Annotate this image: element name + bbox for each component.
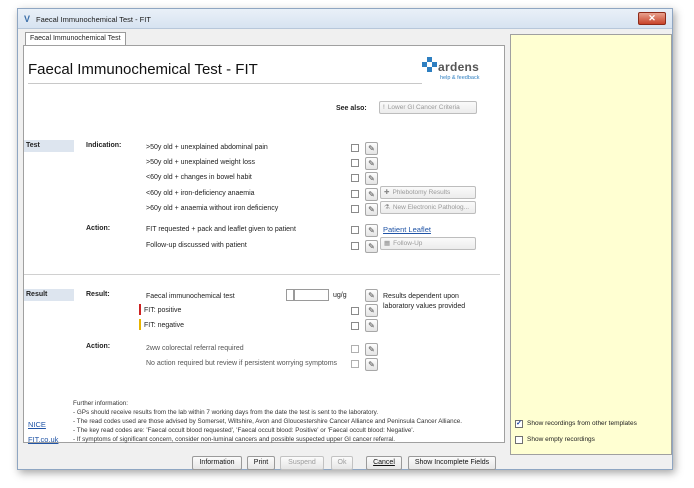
indication-item: >50y old + unexplained weight loss	[146, 159, 255, 166]
result-action-item: 2ww colorectal referral required	[146, 345, 244, 352]
section-divider	[24, 274, 500, 275]
pencil-icon[interactable]: ✎	[365, 188, 378, 201]
nice-link[interactable]: NICE	[28, 420, 46, 429]
test-section-tag: Test	[24, 140, 74, 152]
follow-up-label: Follow-Up	[393, 240, 423, 247]
flask-icon: ⚗	[384, 204, 390, 211]
close-icon[interactable]: ✕	[638, 12, 666, 25]
template-window: V Faecal Immunochemical Test - FIT ✕ Fae…	[17, 8, 673, 470]
logo-subtitle[interactable]: help & feedback	[440, 75, 479, 81]
show-empty-label: Show empty recordings	[527, 436, 595, 443]
test-action-checkbox[interactable]	[351, 242, 359, 250]
indication-checkbox[interactable]	[351, 174, 359, 182]
fit-positive-label: FIT: positive	[144, 307, 182, 314]
show-incomplete-button[interactable]: Show Incomplete Fields	[408, 456, 496, 470]
pencil-icon[interactable]: ✎	[365, 343, 378, 356]
dependent-note: Results dependent upon laboratory values…	[383, 293, 466, 310]
print-button[interactable]: Print	[247, 456, 275, 470]
test-action-item: FIT requested + pack and leaflet given t…	[146, 226, 296, 233]
title-bar: V Faecal Immunochemical Test - FIT ✕	[18, 9, 672, 29]
fit-test-label: Faecal immunochemical test	[146, 293, 235, 300]
lower-gi-criteria-label: Lower GI Cancer Criteria	[387, 104, 460, 111]
indication-checkbox[interactable]	[351, 159, 359, 167]
pencil-icon[interactable]: ✎	[365, 203, 378, 216]
fit-positive-checkbox[interactable]	[351, 307, 359, 315]
pencil-icon[interactable]: ✎	[365, 240, 378, 253]
information-button[interactable]: Information	[192, 456, 242, 470]
test-action-checkbox[interactable]	[351, 226, 359, 234]
unit-label: ug/g	[333, 292, 347, 299]
recordings-sidebar: ✓ Show recordings from other templates S…	[510, 34, 672, 455]
lower-gi-criteria-button[interactable]: ! Lower GI Cancer Criteria	[379, 101, 477, 114]
see-also-label: See also:	[336, 105, 367, 112]
result-action-label: Action:	[86, 343, 111, 350]
pencil-icon[interactable]: ✎	[365, 142, 378, 155]
result-action-checkbox[interactable]	[351, 360, 359, 368]
pencil-icon[interactable]: ✎	[365, 319, 378, 332]
page-title: Faecal Immunochemical Test - FIT	[28, 61, 258, 78]
fit-value-input[interactable]	[294, 289, 329, 301]
template-panel: Faecal Immunochemical Test - FIT ardens …	[23, 45, 505, 444]
phlebotomy-results-button[interactable]: ✚ Phlebotomy Results	[380, 186, 476, 199]
show-other-templates-label: Show recordings from other templates	[527, 420, 637, 427]
suspend-button[interactable]: Suspend	[280, 456, 324, 470]
show-other-templates-checkbox[interactable]: ✓	[515, 420, 523, 428]
pencil-icon[interactable]: ✎	[365, 289, 378, 302]
pencil-icon[interactable]: ✎	[365, 157, 378, 170]
ok-button[interactable]: Ok	[331, 456, 353, 470]
result-label: Result:	[86, 291, 110, 298]
ardens-cross-icon	[422, 57, 438, 73]
test-action-item: Follow-up discussed with patient	[146, 242, 247, 249]
calendar-icon: ▦	[384, 240, 391, 247]
app-icon: V	[24, 14, 31, 24]
indication-checkbox[interactable]	[351, 190, 359, 198]
cancel-button[interactable]: Cancel	[366, 456, 402, 470]
further-info-line: - If symptoms of significant concern, co…	[73, 436, 395, 443]
window-title: Faecal Immunochemical Test - FIT	[36, 15, 151, 24]
indication-item: >60y old + anaemia without iron deficien…	[146, 205, 279, 212]
show-empty-checkbox[interactable]	[515, 436, 523, 444]
pencil-icon[interactable]: ✎	[365, 304, 378, 317]
cancel-label: Cancel	[373, 459, 395, 466]
fit-co-uk-link[interactable]: FIT.co.uk	[28, 435, 58, 444]
fit-negative-checkbox[interactable]	[351, 322, 359, 330]
logo-text: ardens	[438, 60, 480, 74]
indication-checkbox[interactable]	[351, 205, 359, 213]
tab-fit[interactable]: Faecal Immunochemical Test	[25, 32, 126, 45]
further-info-title: Further information:	[73, 400, 128, 407]
electronic-pathology-button[interactable]: ⚗ New Electronic Patholog...	[380, 201, 476, 214]
result-section-tag: Result	[24, 289, 74, 301]
negative-color-bar	[139, 319, 141, 330]
fit-negative-label: FIT: negative	[144, 322, 185, 329]
indication-item: <60y old + iron-deficiency anaemia	[146, 190, 255, 197]
result-action-checkbox[interactable]	[351, 345, 359, 353]
test-action-label: Action:	[86, 225, 111, 232]
indication-item: <60y old + changes in bowel habit	[146, 174, 252, 181]
pencil-icon[interactable]: ✎	[365, 224, 378, 237]
patient-leaflet-link[interactable]: Patient Leaflet	[383, 225, 431, 234]
indication-item: >50y old + unexplained abdominal pain	[146, 144, 268, 151]
further-info-line: - The key read codes are: 'Faecal occult…	[73, 427, 415, 434]
fit-value-operator[interactable]	[286, 289, 294, 301]
further-info-line: - The read codes used are those advised …	[73, 418, 462, 425]
title-divider	[28, 83, 422, 84]
further-info-line: - GPs should receive results from the la…	[73, 409, 379, 416]
follow-up-button[interactable]: ▦ Follow-Up	[380, 237, 476, 250]
electronic-pathology-label: New Electronic Patholog...	[392, 204, 470, 211]
indication-label: Indication:	[86, 142, 122, 149]
syringe-icon: ✚	[384, 189, 390, 196]
positive-color-bar	[139, 304, 141, 315]
exclaim-icon: !	[383, 104, 385, 111]
result-action-item: No action required but review if persist…	[146, 360, 338, 367]
indication-checkbox[interactable]	[351, 144, 359, 152]
pencil-icon[interactable]: ✎	[365, 172, 378, 185]
pencil-icon[interactable]: ✎	[365, 358, 378, 371]
phlebotomy-results-label: Phlebotomy Results	[392, 189, 451, 196]
